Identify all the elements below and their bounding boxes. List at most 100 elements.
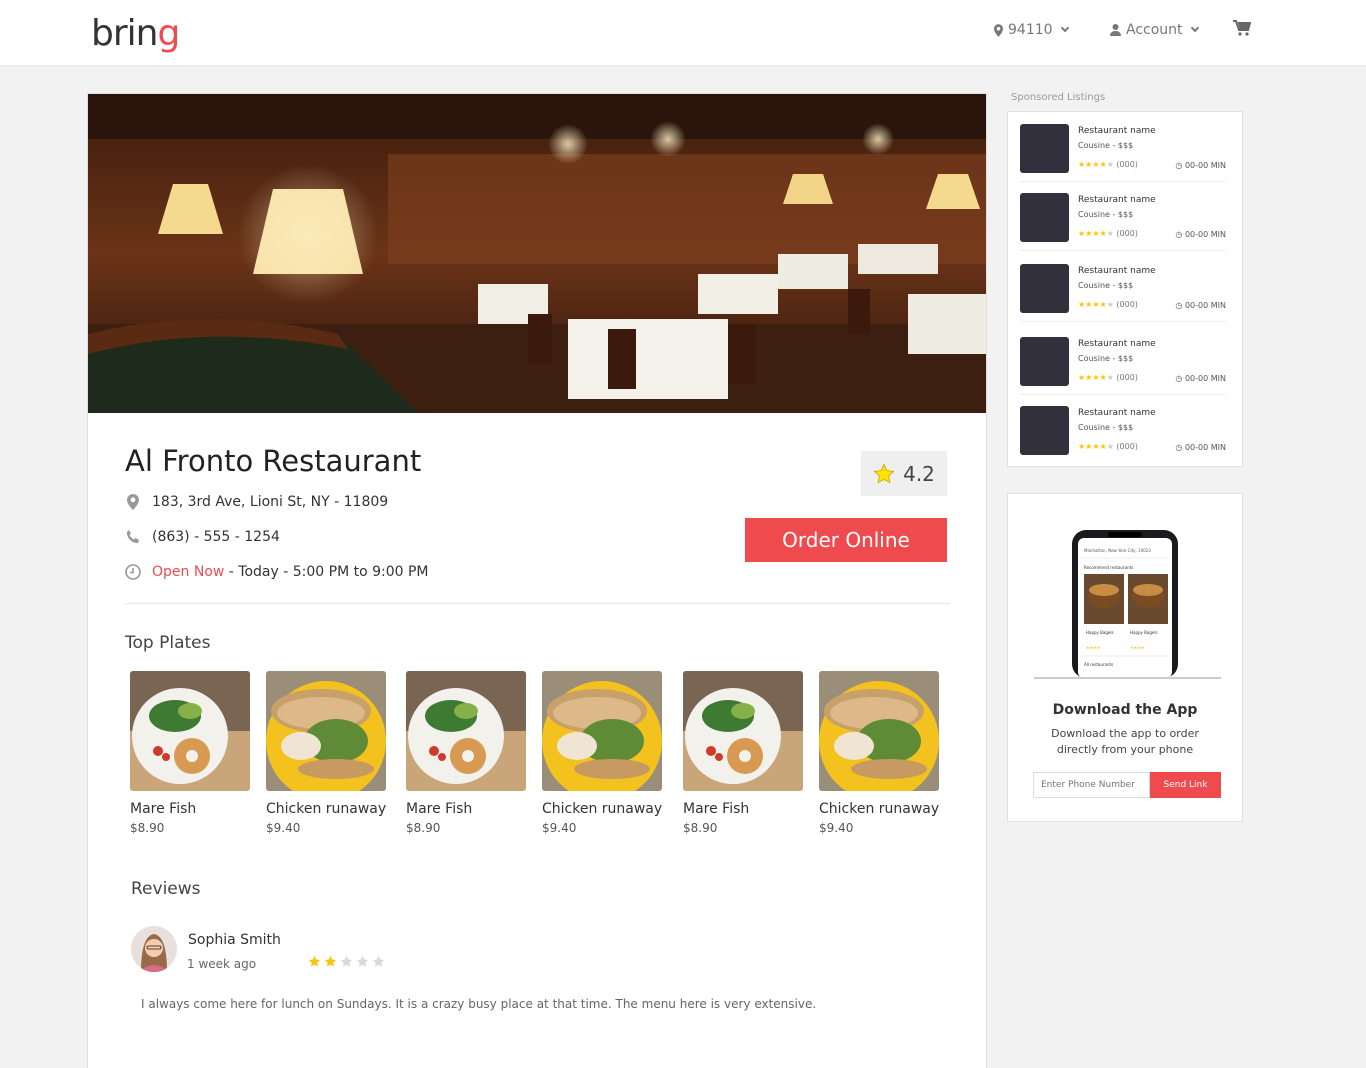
rating-badge: 4.2 — [861, 451, 947, 496]
address-text: 183, 3rd Ave, Lioni St, NY - 11809 — [152, 494, 389, 510]
listing-time-text: 00-00 MIN — [1184, 230, 1226, 239]
plate-image — [683, 671, 803, 791]
brand-logo[interactable]: bring — [91, 13, 180, 54]
plate-price: $9.40 — [266, 821, 301, 835]
divider — [125, 603, 950, 604]
plate-name: Mare Fish — [683, 801, 750, 817]
listing-time: ◷ 00-00 MIN — [1175, 161, 1226, 170]
listing-name: Restaurant name — [1078, 339, 1156, 349]
star-filled-icon — [324, 955, 337, 967]
plate-image — [542, 671, 662, 791]
listing-time: ◷ 00-00 MIN — [1175, 374, 1226, 383]
restaurant-card: Al Fronto Restaurant 183, 3rd Ave, Lioni… — [87, 93, 987, 1068]
send-link-button[interactable]: Send Link — [1150, 772, 1221, 798]
star-filled-icon — [308, 955, 321, 967]
plate-price: $8.90 — [683, 821, 718, 835]
listing-time: ◷ 00-00 MIN — [1175, 301, 1226, 310]
listing-rating: ★★★★★ (000) — [1078, 160, 1138, 169]
listing-rating: ★★★★★ (000) — [1078, 442, 1138, 451]
mock-card-title: Happy Bagels — [1130, 630, 1158, 635]
plate-name: Mare Fish — [406, 801, 473, 817]
review-text: I always come here for lunch on Sundays.… — [141, 997, 817, 1011]
reviewer-name[interactable]: Sophia Smith — [188, 932, 281, 948]
location-dropdown[interactable]: 94110 — [994, 22, 1069, 38]
sponsored-listing[interactable]: Restaurant name Cousine - $$$ ★★★★★ (000… — [1020, 124, 1226, 182]
cart-button[interactable] — [1233, 20, 1251, 36]
plate-price: $8.90 — [130, 821, 165, 835]
plate-image — [130, 671, 250, 791]
listing-thumbnail — [1020, 193, 1069, 242]
star-empty-icon — [372, 955, 385, 967]
listing-thumbnail — [1020, 124, 1069, 173]
mock-section: Recommend restaurants — [1084, 565, 1133, 570]
listing-time-text: 00-00 MIN — [1184, 161, 1226, 170]
plate-card[interactable]: Mare Fish $8.90 — [130, 671, 252, 835]
listing-time-text: 00-00 MIN — [1184, 374, 1226, 383]
phone-number-input[interactable] — [1033, 772, 1150, 798]
top-header: bring 94110 Account — [0, 0, 1366, 66]
clock-icon: ◷ — [1175, 301, 1183, 310]
plate-card[interactable]: Chicken runaway $9.40 — [542, 671, 664, 835]
listing-thumbnail — [1020, 406, 1069, 455]
logo-text: brin — [91, 13, 158, 54]
review-rating — [308, 955, 385, 968]
logo-accent: g — [157, 13, 180, 54]
listing-time: ◷ 00-00 MIN — [1175, 443, 1226, 452]
mock-rating: ★★★★ — [1130, 645, 1145, 650]
listing-cuisine: Cousine - $$$ — [1078, 281, 1134, 290]
app-download-card: Manhattan, New York City, 10023 Recommen… — [1007, 493, 1243, 822]
listing-thumbnail — [1020, 337, 1069, 386]
phone-mockup-image: Manhattan, New York City, 10023 Recommen… — [1072, 530, 1178, 678]
location-icon — [125, 494, 141, 510]
hours-text: - Today - 5:00 PM to 9:00 PM — [224, 564, 429, 580]
plate-name: Mare Fish — [130, 801, 197, 817]
clock-icon — [125, 564, 141, 580]
plate-card[interactable]: Mare Fish $8.90 — [683, 671, 805, 835]
divider — [1034, 677, 1221, 679]
listing-thumbnail — [1020, 264, 1069, 313]
plate-price: $8.90 — [406, 821, 441, 835]
listing-name: Restaurant name — [1078, 195, 1156, 205]
listing-cuisine: Cousine - $$$ — [1078, 354, 1134, 363]
sponsored-listing[interactable]: Restaurant name Cousine - $$$ ★★★★★ (000… — [1020, 193, 1226, 251]
plate-name: Chicken runaway — [819, 801, 940, 817]
plate-card[interactable]: Chicken runaway $9.40 — [266, 671, 388, 835]
mock-location: Manhattan, New York City, 10023 — [1084, 548, 1151, 553]
sponsored-listing[interactable]: Restaurant name Cousine - $$$ ★★★★★ (000… — [1020, 406, 1226, 464]
phone-text[interactable]: (863) - 555 - 1254 — [152, 529, 280, 545]
account-dropdown[interactable]: Account — [1110, 22, 1199, 38]
rating-value: 4.2 — [903, 461, 935, 486]
listing-count: (000) — [1116, 373, 1138, 382]
clock-icon: ◷ — [1175, 230, 1183, 239]
account-label: Account — [1126, 22, 1183, 38]
sponsored-listing[interactable]: Restaurant name Cousine - $$$ ★★★★★ (000… — [1020, 264, 1226, 322]
plate-image — [819, 671, 939, 791]
chevron-down-icon — [1060, 23, 1069, 33]
clock-icon: ◷ — [1175, 161, 1183, 170]
clock-icon: ◷ — [1175, 374, 1183, 383]
star-empty-icon — [340, 955, 353, 967]
plate-card[interactable]: Mare Fish $8.90 — [406, 671, 528, 835]
plate-name: Chicken runaway — [266, 801, 387, 817]
order-online-button[interactable]: Order Online — [745, 518, 947, 562]
listing-rating: ★★★★★ (000) — [1078, 373, 1138, 382]
review-time: 1 week ago — [187, 957, 257, 971]
listing-time-text: 00-00 MIN — [1184, 301, 1226, 310]
listing-cuisine: Cousine - $$$ — [1078, 423, 1134, 432]
listing-count: (000) — [1116, 229, 1138, 238]
plate-price: $9.40 — [819, 821, 854, 835]
sponsored-label: Sponsored Listings — [1011, 92, 1106, 103]
listing-count: (000) — [1116, 442, 1138, 451]
listing-rating: ★★★★★ (000) — [1078, 300, 1138, 309]
open-status: Open Now — [152, 564, 225, 580]
user-icon — [1110, 24, 1121, 36]
plate-price: $9.40 — [542, 821, 577, 835]
sponsored-listing[interactable]: Restaurant name Cousine - $$$ ★★★★★ (000… — [1020, 337, 1226, 395]
address-row: 183, 3rd Ave, Lioni St, NY - 11809 — [125, 494, 388, 510]
phone-icon — [125, 529, 141, 545]
shopping-cart-icon — [1233, 20, 1251, 36]
restaurant-hero-image — [88, 94, 986, 413]
listing-name: Restaurant name — [1078, 266, 1156, 276]
app-promo-title: Download the App — [1052, 702, 1198, 718]
plate-card[interactable]: Chicken runaway $9.40 — [819, 671, 941, 835]
